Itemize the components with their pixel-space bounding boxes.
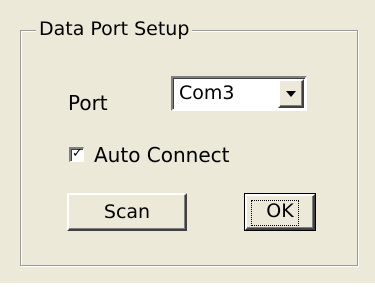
- ok-button[interactable]: OK: [244, 193, 316, 231]
- auto-connect-label[interactable]: Auto Connect: [94, 141, 230, 169]
- scan-button[interactable]: Scan: [67, 193, 187, 231]
- groupbox-title: Data Port Setup: [36, 15, 193, 43]
- ok-button-label: OK: [266, 200, 294, 222]
- port-label: Port: [68, 91, 108, 115]
- auto-connect-checkbox[interactable]: ✓: [69, 146, 84, 162]
- port-selected-value: Com3: [179, 82, 235, 104]
- data-port-setup-dialog: Data Port Setup Port Com3 ✓ Auto Connect…: [0, 0, 375, 283]
- checkmark-icon: ✓: [72, 146, 83, 161]
- chevron-down-icon: [286, 91, 296, 97]
- port-select[interactable]: Com3: [171, 76, 307, 111]
- port-dropdown-button[interactable]: [278, 79, 304, 108]
